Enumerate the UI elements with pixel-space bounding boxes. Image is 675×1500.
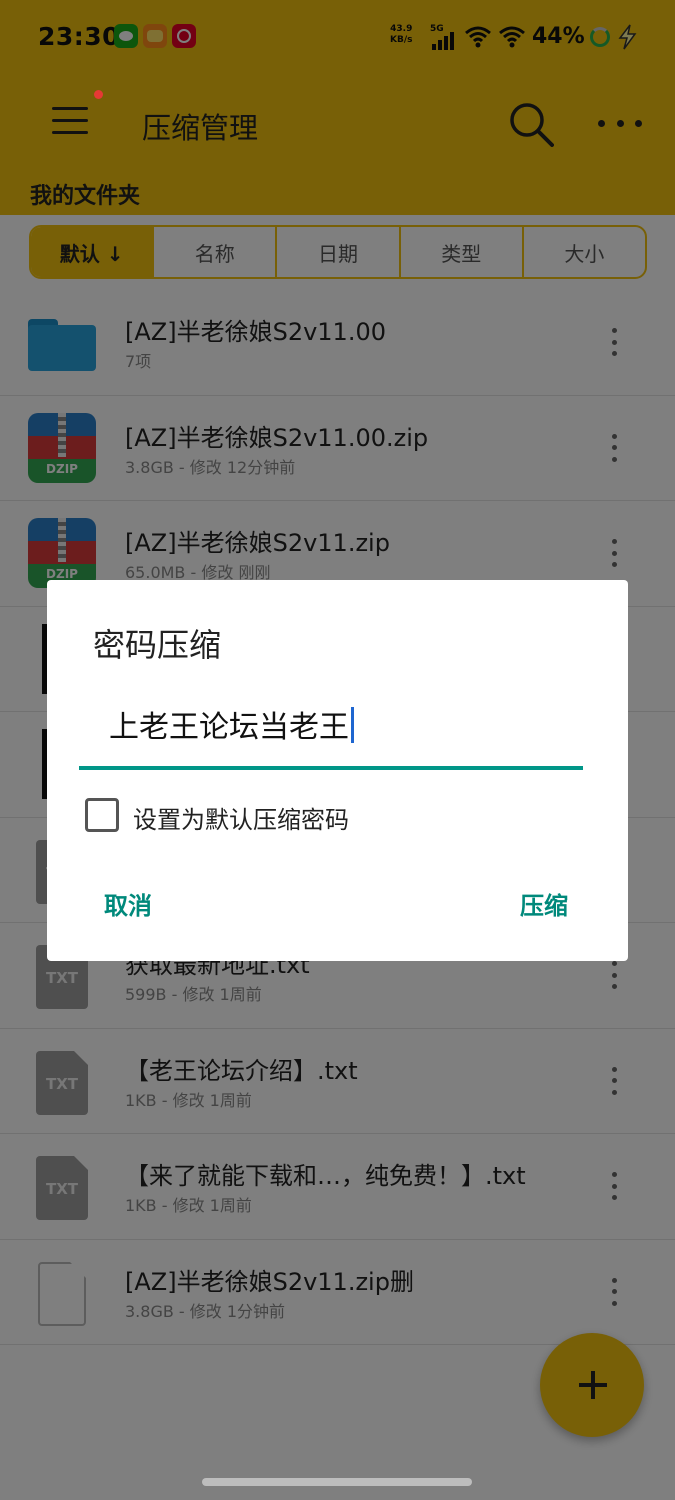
compress-button[interactable]: 压缩	[520, 886, 568, 921]
default-password-checkbox-label[interactable]: 设置为默认压缩密码	[133, 800, 349, 835]
cancel-button[interactable]: 取消	[104, 886, 152, 921]
password-input-value: 上老王论坛当老王	[109, 710, 349, 745]
gesture-nav-bar[interactable]	[202, 1478, 472, 1486]
text-caret	[351, 707, 354, 743]
password-compress-dialog: 密码压缩 上老王论坛当老王 设置为默认压缩密码 取消 压缩	[47, 580, 628, 961]
default-password-checkbox[interactable]	[85, 798, 119, 832]
menu-badge-dot	[94, 90, 103, 99]
password-input[interactable]: 上老王论坛当老王	[79, 692, 583, 770]
dialog-title: 密码压缩	[93, 626, 222, 664]
